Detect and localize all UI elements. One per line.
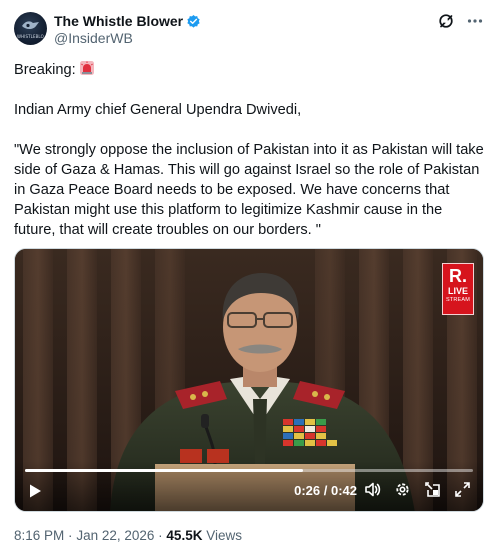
logo-r-text: R. [449, 266, 467, 286]
breaking-line: Breaking: [14, 60, 486, 80]
quote-paragraph: "We strongly oppose the inclusion of Pak… [14, 142, 484, 238]
views-count: 45.5K [166, 528, 203, 543]
whistle-logo-icon [22, 21, 39, 29]
pip-icon[interactable] [424, 481, 441, 498]
meta-separator: · [68, 528, 73, 543]
views-label: Views [206, 528, 242, 543]
tweet-text: Breaking: Indian Army chief General Upen… [14, 60, 486, 240]
play-icon[interactable] [27, 483, 43, 499]
tweet-meta: 8:16 PM · Jan 22, 2026 · 45.5K Views [14, 528, 242, 543]
video-control-icons [364, 481, 471, 498]
video-time: 0:26 / 0:42 [294, 483, 357, 498]
grok-icon[interactable] [438, 13, 454, 29]
logo-live-text: LIVE [447, 286, 468, 296]
progress-bar[interactable] [25, 469, 473, 472]
intro-line: Indian Army chief General Upendra Dwived… [14, 102, 302, 118]
tweet-header: WHISTLEBLOWER The Whistle Blower @Inside… [14, 12, 484, 48]
author-handle[interactable]: @InsiderWB [54, 30, 133, 46]
author-name-row[interactable]: The Whistle Blower [54, 12, 201, 30]
republic-live-logo: R. LIVE STREAM [442, 263, 474, 315]
progress-fill [25, 469, 303, 472]
avatar[interactable]: WHISTLEBLOWER [14, 12, 47, 45]
volume-icon[interactable] [364, 481, 381, 498]
breaking-label: Breaking: [14, 62, 76, 78]
settings-icon[interactable] [394, 481, 411, 498]
more-options-icon[interactable] [466, 12, 484, 30]
tweet-date[interactable]: Jan 22, 2026 [76, 528, 154, 543]
fullscreen-icon[interactable] [454, 481, 471, 498]
rotating-light-icon [79, 61, 94, 75]
logo-stream-text: STREAM [445, 297, 471, 303]
video-player[interactable]: R. LIVE STREAM 0:26 / 0:42 [14, 248, 484, 512]
header-actions [438, 12, 484, 30]
tweet-time[interactable]: 8:16 PM [14, 528, 64, 543]
video-controls: 0:26 / 0:42 [15, 461, 483, 511]
meta-separator-2: · [158, 528, 163, 543]
verified-badge-icon [187, 14, 200, 28]
display-name[interactable]: The Whistle Blower [54, 13, 183, 29]
avatar-text: WHISTLEBLOWER [17, 34, 44, 39]
